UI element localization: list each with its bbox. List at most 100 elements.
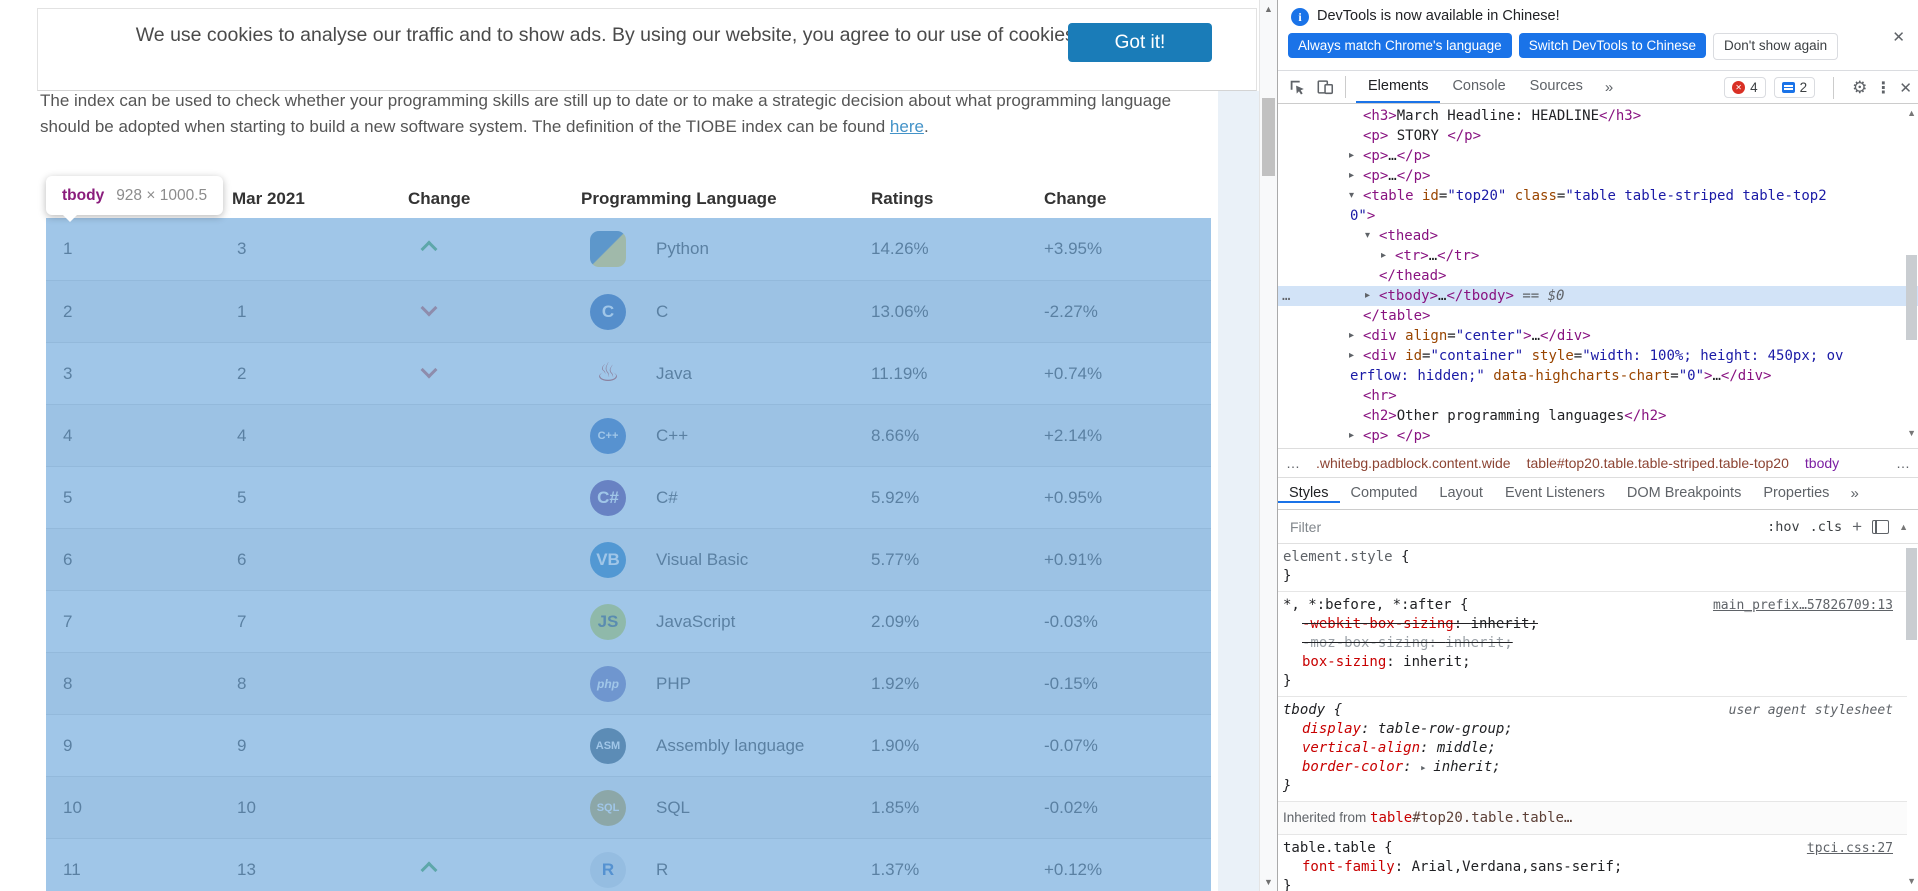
scroll-up-icon[interactable]: ▲: [1260, 4, 1277, 14]
more-tabs-icon[interactable]: »: [1595, 79, 1623, 96]
twisty-closed-icon[interactable]: ▸: [1365, 286, 1370, 306]
tree-node-code: <table id="top20" class="table table-str…: [1278, 186, 1827, 206]
inherited-from-label: Inherited from: [1283, 810, 1370, 825]
rule-selector[interactable]: element.style: [1283, 549, 1393, 565]
tree-line[interactable]: ▸<div id="container" style="width: 100%;…: [1278, 346, 1918, 366]
toggle-sidebar-icon[interactable]: [1872, 520, 1889, 534]
tree-node-code: <thead>: [1278, 226, 1438, 246]
inherited-from-bar: Inherited from table#top20.table.table…: [1278, 801, 1907, 834]
twisty-closed-icon[interactable]: ▸: [1349, 146, 1354, 166]
inspect-element-icon[interactable]: [1288, 78, 1306, 96]
cookie-accept-button[interactable]: Got it!: [1068, 23, 1212, 62]
twisty-closed-icon[interactable]: ▸: [1381, 246, 1386, 266]
styles-tab-properties[interactable]: Properties: [1752, 485, 1840, 501]
console-messages-badge[interactable]: 2: [1774, 77, 1816, 98]
style-property[interactable]: -webkit-box-sizing: inherit;: [1283, 615, 1893, 634]
inherited-node-link[interactable]: table#top20.table.table…: [1370, 810, 1572, 826]
tree-scroll-down-icon[interactable]: ▼: [1907, 428, 1916, 438]
device-toolbar-icon[interactable]: [1316, 78, 1335, 96]
style-property[interactable]: -moz-box-sizing: inherit;: [1283, 634, 1893, 653]
scroll-down-icon[interactable]: ▼: [1260, 877, 1277, 887]
stylesheet-link[interactable]: tpci.css:27: [1807, 839, 1893, 858]
tree-line[interactable]: ▸<p> </p>: [1278, 426, 1918, 446]
twisty-open-icon[interactable]: ▾: [1349, 186, 1354, 206]
notification-close-icon[interactable]: ✕: [1892, 28, 1905, 46]
rule-selector[interactable]: table.table: [1283, 840, 1376, 856]
styles-scrollbar-thumb[interactable]: [1906, 548, 1917, 640]
devtools-close-icon[interactable]: ✕: [1899, 79, 1912, 97]
notification-button-always-match-chrome-s-language[interactable]: Always match Chrome's language: [1288, 33, 1512, 58]
twisty-closed-icon[interactable]: ▸: [1349, 326, 1354, 346]
tree-line[interactable]: ▸<p>…</p>: [1278, 166, 1918, 186]
styles-tab-computed[interactable]: Computed: [1340, 485, 1429, 501]
tab-console[interactable]: Console: [1440, 71, 1517, 103]
console-errors-badge[interactable]: ✕ 4: [1724, 77, 1766, 98]
expand-icon[interactable]: ▸: [1420, 761, 1433, 774]
table-row: 77JSJavaScript2.09%-0.03%: [46, 590, 1211, 652]
styles-scroll-up-icon[interactable]: ▲: [1899, 522, 1908, 532]
page-scrollbar[interactable]: ▲ ▼: [1259, 0, 1277, 891]
toggle-element-state-button[interactable]: :hov: [1767, 519, 1800, 535]
info-icon: i: [1291, 8, 1309, 26]
rule-selector[interactable]: *, *:before, *:after: [1283, 597, 1452, 613]
settings-gear-icon[interactable]: ⚙: [1852, 78, 1867, 98]
column-header-change: Change: [408, 189, 470, 209]
styles-tab-layout[interactable]: Layout: [1428, 485, 1494, 501]
rank-cell: 4: [63, 405, 72, 467]
breadcrumb-item[interactable]: table#top20.table.table-striped.table-to…: [1527, 455, 1789, 471]
tree-line[interactable]: <h2>Other programming languages</h2>: [1278, 406, 1918, 426]
more-styles-tabs-icon[interactable]: »: [1840, 485, 1868, 502]
tree-node-code: <div align="center">…</div>: [1278, 326, 1591, 346]
twisty-open-icon[interactable]: ▾: [1365, 226, 1370, 246]
styles-tab-event-listeners[interactable]: Event Listeners: [1494, 485, 1616, 501]
style-property[interactable]: box-sizing: inherit;: [1283, 653, 1893, 672]
tree-node-code: <p>…</p>: [1278, 146, 1430, 166]
rank-cell: 10: [63, 777, 82, 839]
tree-line[interactable]: erflow: hidden;" data-highcharts-chart="…: [1278, 366, 1918, 386]
style-property[interactable]: font-family: Arial,Verdana,sans-serif;: [1283, 858, 1893, 877]
new-style-rule-icon[interactable]: +: [1852, 517, 1862, 537]
tree-line[interactable]: </thead>: [1278, 266, 1918, 286]
tree-line[interactable]: ▸<p>…</p>: [1278, 146, 1918, 166]
element-classes-button[interactable]: .cls: [1810, 519, 1843, 535]
tree-line[interactable]: ▾<table id="top20" class="table table-st…: [1278, 186, 1918, 206]
tree-line[interactable]: ▸<tr>…</tr>: [1278, 246, 1918, 266]
tree-line[interactable]: <h3>March Headline: HEADLINE</h3>: [1278, 106, 1918, 126]
tree-line[interactable]: 0">: [1278, 206, 1918, 226]
tree-line[interactable]: …▸<tbody>…</tbody> == $0: [1278, 286, 1918, 306]
tree-scroll-up-icon[interactable]: ▲: [1907, 108, 1916, 118]
tiobe-definition-link[interactable]: here: [890, 117, 924, 136]
twisty-closed-icon[interactable]: ▸: [1349, 166, 1354, 186]
tab-sources[interactable]: Sources: [1518, 71, 1595, 103]
change-cell: -0.03%: [1044, 591, 1098, 653]
breadcrumb-overflow-dots[interactable]: …: [1896, 455, 1910, 471]
breadcrumb-item[interactable]: …: [1286, 455, 1300, 471]
style-property[interactable]: vertical-align: middle;: [1283, 739, 1893, 758]
styles-filter-input[interactable]: [1288, 518, 1622, 536]
rating-cell: 1.90%: [871, 715, 919, 777]
tree-line[interactable]: <hr>: [1278, 386, 1918, 406]
tab-elements[interactable]: Elements: [1356, 71, 1440, 103]
kebab-menu-icon[interactable]: ⋮: [1875, 78, 1891, 97]
page-scrollbar-thumb[interactable]: [1262, 98, 1275, 176]
twisty-closed-icon[interactable]: ▸: [1349, 346, 1354, 366]
notification-button-don-t-show-again[interactable]: Don't show again: [1713, 33, 1838, 60]
tree-scrollbar-thumb[interactable]: [1906, 255, 1917, 340]
stylesheet-link[interactable]: user agent stylesheet: [1729, 701, 1893, 720]
notification-button-switch-devtools-to-chinese[interactable]: Switch DevTools to Chinese: [1519, 33, 1706, 58]
breadcrumb-item[interactable]: tbody: [1805, 455, 1839, 471]
tree-line[interactable]: ▸<div align="center">…</div>: [1278, 326, 1918, 346]
rule-selector[interactable]: tbody: [1283, 702, 1325, 718]
styles-scroll-down-icon[interactable]: ▼: [1907, 876, 1916, 886]
stylesheet-link[interactable]: main_prefix…57826709:13: [1713, 596, 1893, 615]
twisty-closed-icon[interactable]: ▸: [1349, 426, 1354, 446]
style-property[interactable]: border-color: ▸ inherit;: [1283, 758, 1893, 777]
styles-tab-dom-breakpoints[interactable]: DOM Breakpoints: [1616, 485, 1752, 501]
tree-line[interactable]: <p> STORY </p>: [1278, 126, 1918, 146]
tree-line[interactable]: ▾<thead>: [1278, 226, 1918, 246]
style-property[interactable]: display: table-row-group;: [1283, 720, 1893, 739]
styles-tab-styles[interactable]: Styles: [1278, 485, 1340, 503]
breadcrumb-item[interactable]: .whitebg.padblock.content.wide: [1316, 455, 1511, 471]
previous-rank-cell: 1: [237, 281, 246, 343]
tree-line[interactable]: </table>: [1278, 306, 1918, 326]
